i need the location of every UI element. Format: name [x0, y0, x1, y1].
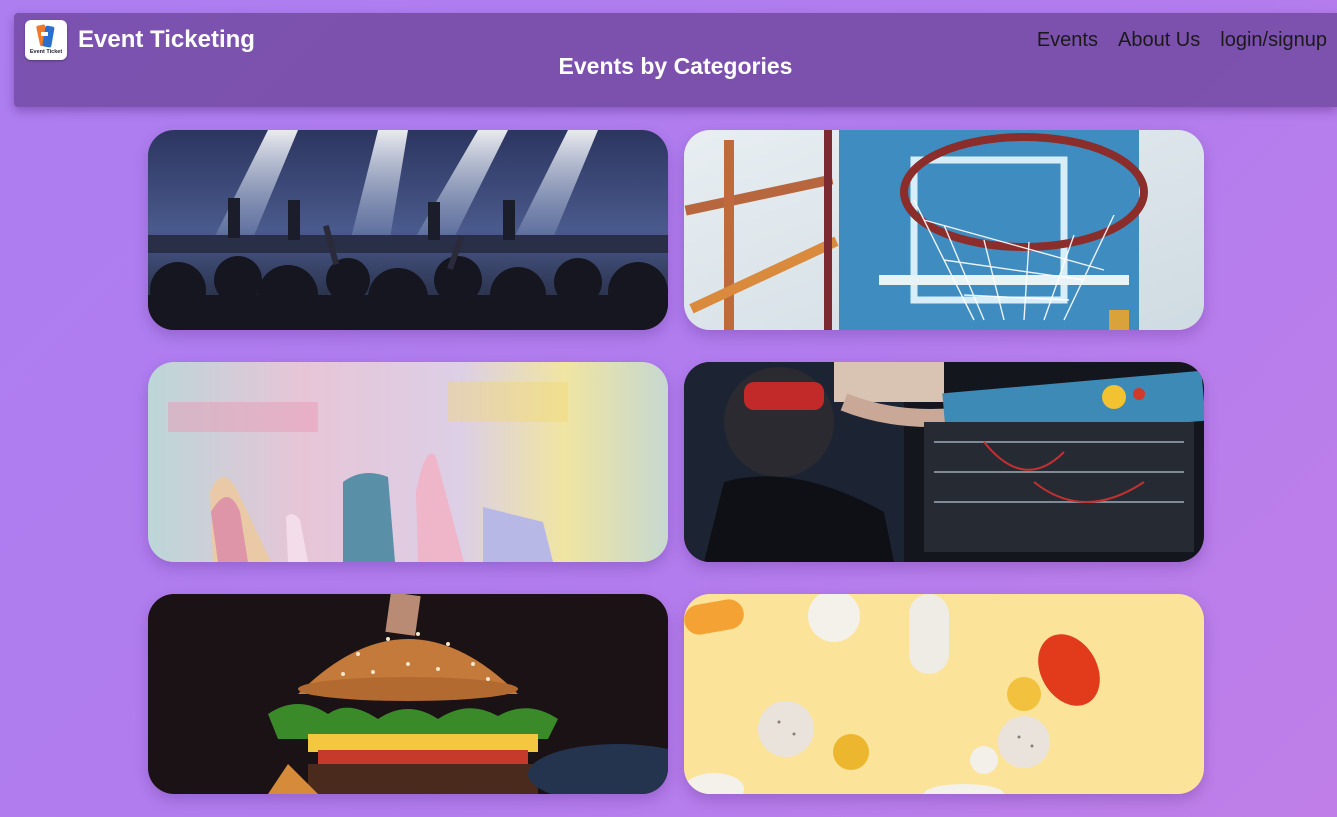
pills-photo-icon [684, 594, 1204, 794]
main-nav: Events About Us login/signup [1037, 29, 1327, 52]
category-card-concert[interactable] [148, 130, 668, 330]
concert-photo-icon [148, 130, 668, 330]
paint-brushes-photo-icon [148, 362, 668, 562]
basketball-hoop-photo-icon [684, 130, 1204, 330]
category-card-food[interactable] [148, 594, 668, 794]
burger-photo-icon [148, 594, 668, 794]
category-grid [148, 130, 1204, 794]
robotics-photo-icon [684, 362, 1204, 562]
category-card-health[interactable] [684, 594, 1204, 794]
category-card-art[interactable] [148, 362, 668, 562]
page-title: Events by Categories [558, 53, 793, 79]
category-card-technology[interactable] [684, 362, 1204, 562]
top-header: Event Ticket Event Ticketing Events by C… [14, 13, 1337, 107]
nav-login-signup-link[interactable]: login/signup [1220, 29, 1327, 52]
nav-about-us-link[interactable]: About Us [1118, 29, 1200, 52]
category-card-basketball[interactable] [684, 130, 1204, 330]
nav-events-link[interactable]: Events [1037, 29, 1098, 52]
app-title[interactable]: Event Ticketing [78, 26, 255, 54]
